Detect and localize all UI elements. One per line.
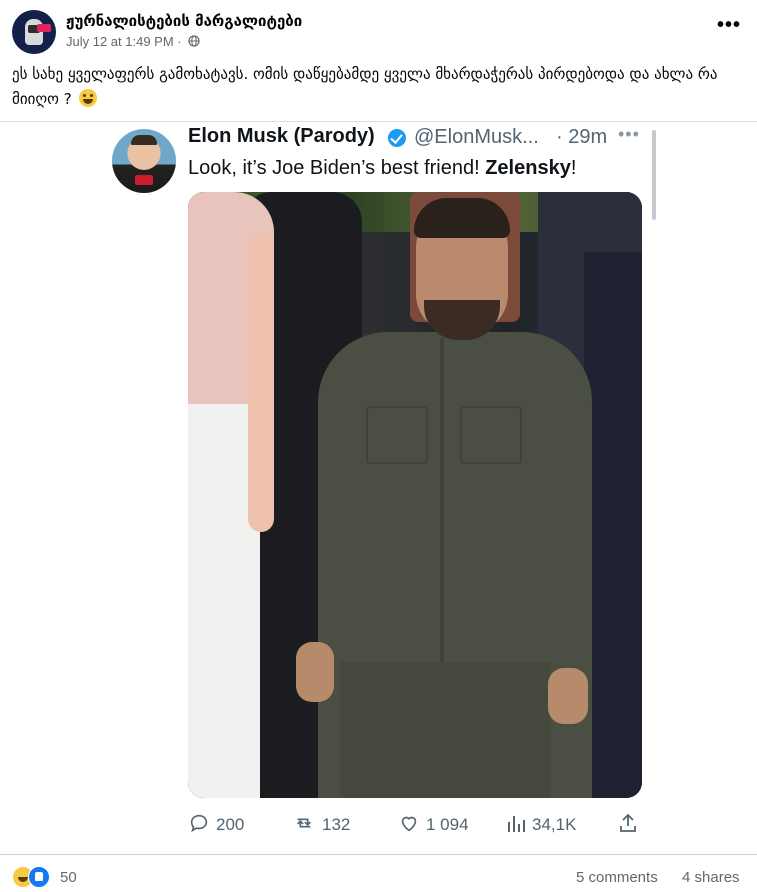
reply-count: 200 [216,815,245,834]
shares-link[interactable]: 4 shares [682,869,740,886]
tweet-handle: @ElonMusk... [414,126,539,148]
page-avatar[interactable] [12,10,56,54]
reaction-count[interactable]: 50 [60,869,77,886]
post-footer: 50 5 comments 4 shares [12,860,745,892]
like-reaction-icon [28,866,50,888]
page-name[interactable]: ჟურნალისტების მარგალიტები [66,12,302,30]
reaction-icons[interactable] [12,866,58,888]
heart-icon [398,812,426,839]
meta-separator: · [177,34,182,49]
grinning-face-emoji-icon [79,89,98,107]
post-message: ეს სახე ყველაფერს გამოხატავს. ომის დაწყე… [12,65,718,108]
reply-icon [188,812,216,839]
tweet-text-end: ! [570,157,577,179]
like-action: 1 094 [398,810,469,840]
post-header: ჟურნალისტების მარგალიტები July 12 at 1:4… [12,8,745,56]
tweet-time: · 29m [556,126,608,148]
views-action: 34,1K [506,810,576,840]
tweet-text: Look, it’s Joe Biden’s best friend! Zele… [188,157,576,180]
globe-icon [188,35,200,50]
tweet-photo [188,192,642,798]
like-count: 1 094 [426,815,469,834]
tweet-avatar [112,129,176,193]
reply-action: 200 [188,810,244,840]
post-timestamp[interactable]: July 12 at 1:49 PM [66,34,174,49]
post-meta: July 12 at 1:49 PM · [66,34,200,50]
tweet-text-bold: Zelensky [485,157,571,179]
tweet-more-icon: ••• [618,124,640,144]
share-action [618,810,644,840]
scrollbar [652,130,656,220]
tweet-author-name: Elon Musk (Parody) [188,125,375,147]
verified-badge-icon [388,129,406,147]
divider [0,854,757,855]
retweet-action: 132 [292,810,350,840]
share-icon [618,812,644,839]
tweet-actions: 200 132 1 094 34,1K [188,810,648,840]
tweet-text-plain: Look, it’s Joe Biden’s best friend! [188,157,486,179]
post-text: ეს სახე ყველაფერს გამოხატავს. ომის დაწყე… [12,62,742,112]
views-count: 34,1K [532,815,577,834]
retweet-icon [292,812,322,839]
post-more-button[interactable]: ••• [715,15,743,38]
tweet-screenshot[interactable]: Elon Musk (Parody) @ElonMusk... · 29m ••… [100,122,660,854]
retweet-count: 132 [322,815,351,834]
views-chart-icon [506,812,532,839]
comments-link[interactable]: 5 comments [576,869,658,886]
